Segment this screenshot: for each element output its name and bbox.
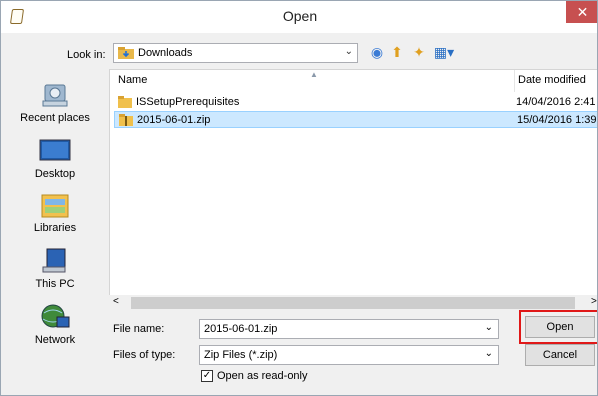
file-row-selected[interactable]: 2015-06-01.zip 15/04/2016 1:39 PM xyxy=(114,111,597,128)
scrollbar-thumb[interactable] xyxy=(131,297,575,309)
column-divider[interactable] xyxy=(514,70,515,92)
downloads-folder-icon xyxy=(118,47,134,59)
place-desktop[interactable]: Desktop xyxy=(1,137,109,180)
back-icon[interactable]: ◉ xyxy=(369,44,385,60)
sort-ascending-icon: ▲ xyxy=(310,70,318,79)
zip-folder-icon xyxy=(119,114,133,126)
file-name-input[interactable]: 2015-06-01.zip ⌄ xyxy=(199,319,499,339)
place-recent-places[interactable]: Recent places xyxy=(1,81,109,124)
folder-icon xyxy=(118,96,132,108)
close-button[interactable]: ✕ xyxy=(566,1,597,23)
read-only-label: Open as read-only xyxy=(217,370,308,382)
open-button[interactable]: Open xyxy=(525,316,595,338)
file-date: 14/04/2016 2:41 PM xyxy=(516,96,597,108)
recent-places-icon xyxy=(42,84,68,107)
file-name: ISSetupPrerequisites xyxy=(136,96,240,108)
file-list[interactable]: Name ▲ Date modified ISSetupPrerequisite… xyxy=(109,69,597,305)
place-label: Network xyxy=(34,334,76,346)
open-dialog: Open ✕ Look in: Downloads ⌄ ◉ ⬆ ✦ ▦▾ Rec… xyxy=(0,0,598,396)
scroll-right-icon[interactable]: > xyxy=(591,296,597,307)
place-label: This PC xyxy=(35,278,75,290)
file-name-label: File name: xyxy=(113,323,165,335)
lookin-dropdown[interactable]: Downloads ⌄ xyxy=(113,43,358,63)
place-label: Libraries xyxy=(33,222,77,234)
read-only-checkbox[interactable]: ✓ xyxy=(201,370,213,382)
scroll-left-icon[interactable]: < xyxy=(113,296,119,307)
file-date: 15/04/2016 1:39 PM xyxy=(517,114,597,126)
places-bar: Recent places Desktop Libraries This PC xyxy=(1,69,109,365)
column-header-name[interactable]: Name xyxy=(118,74,147,86)
cancel-button[interactable]: Cancel xyxy=(525,344,595,366)
file-type-value: Zip Files (*.zip) xyxy=(204,349,278,361)
new-folder-icon[interactable]: ✦ xyxy=(411,44,427,60)
place-network[interactable]: Network xyxy=(1,303,109,346)
file-type-select[interactable]: Zip Files (*.zip) ⌄ xyxy=(199,345,499,365)
chevron-down-icon[interactable]: ⌄ xyxy=(485,348,493,359)
horizontal-scrollbar[interactable]: < > xyxy=(109,295,597,311)
title-bar[interactable]: Open ✕ xyxy=(1,1,597,33)
file-name-value: 2015-06-01.zip xyxy=(204,323,278,335)
file-type-label: Files of type: xyxy=(113,349,176,361)
place-this-pc[interactable]: This PC xyxy=(1,247,109,290)
file-row[interactable]: ISSetupPrerequisites 14/04/2016 2:41 PM xyxy=(114,94,597,111)
lookin-value: Downloads xyxy=(138,47,193,59)
chevron-down-icon: ⌄ xyxy=(344,46,353,57)
place-label: Desktop xyxy=(34,168,76,180)
this-pc-icon xyxy=(42,248,66,273)
view-menu-icon[interactable]: ▦▾ xyxy=(433,44,455,60)
column-header-date-modified[interactable]: Date modified xyxy=(518,74,586,86)
place-label: Recent places xyxy=(20,112,90,124)
up-folder-icon[interactable]: ⬆ xyxy=(389,44,405,60)
desktop-icon xyxy=(39,139,71,161)
libraries-icon xyxy=(41,194,69,218)
chevron-down-icon[interactable]: ⌄ xyxy=(485,322,493,333)
dialog-title: Open xyxy=(282,8,318,24)
network-icon xyxy=(41,304,70,328)
file-name: 2015-06-01.zip xyxy=(137,114,211,126)
lookin-label: Look in: xyxy=(67,49,106,61)
place-libraries[interactable]: Libraries xyxy=(1,191,109,234)
